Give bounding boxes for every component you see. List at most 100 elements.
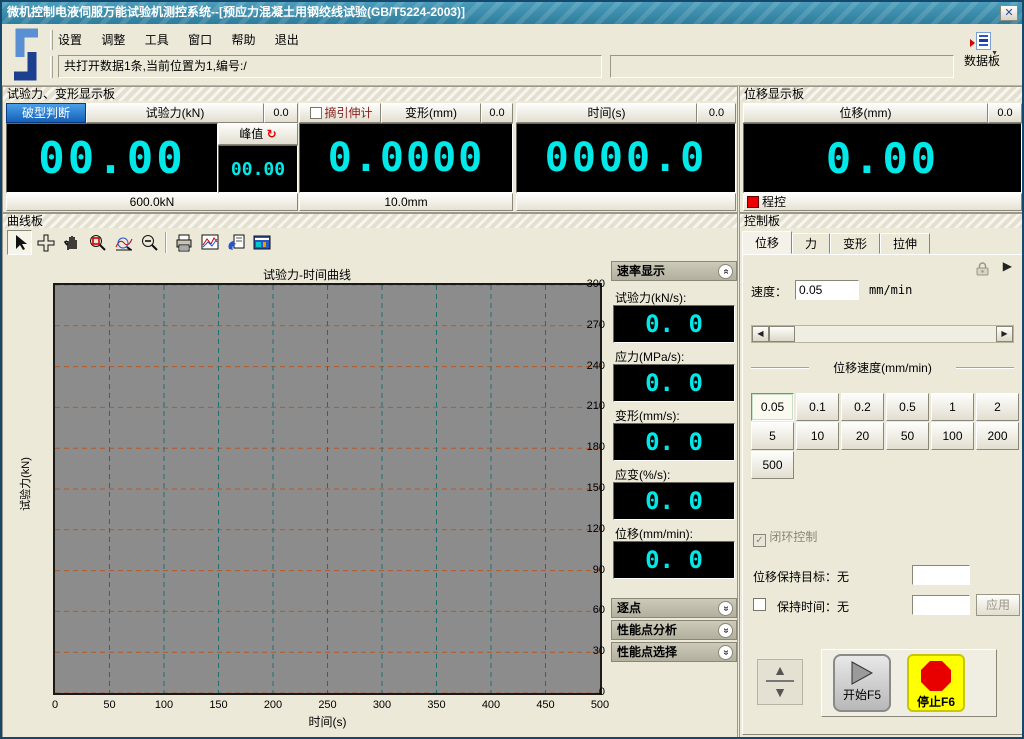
- export-report-icon[interactable]: [223, 230, 248, 255]
- app-window: 微机控制电液伺服万能试验机测控系统--[预应力混凝土用钢绞线试验(GB/T522…: [0, 0, 1024, 739]
- speed-preset-20[interactable]: 20: [841, 422, 884, 450]
- expand-down-icon[interactable]: »: [718, 601, 733, 616]
- speed-preset-50[interactable]: 50: [886, 422, 929, 450]
- break-judge-button[interactable]: 破型判断: [6, 103, 86, 123]
- time-channel-button[interactable]: 时间(s): [516, 103, 697, 123]
- zoom-curve-tool-icon[interactable]: [111, 230, 136, 255]
- print-icon[interactable]: [171, 230, 196, 255]
- speed-label: 速度：: [751, 283, 787, 300]
- speed-preset-0.2[interactable]: 0.2: [841, 393, 884, 421]
- speed-unit: mm/min: [869, 283, 912, 297]
- tab-deform[interactable]: 变形: [830, 233, 880, 254]
- deform-display-group: 摘引伸计 变形(mm) 0.0 0.0000 10.0mm: [299, 103, 513, 211]
- title-bar: 微机控制电液伺服万能试验机测控系统--[预应力混凝土用钢绞线试验(GB/T522…: [2, 2, 1022, 24]
- closed-loop-label: 闭环控制: [769, 530, 817, 544]
- tab-force[interactable]: 力: [792, 233, 830, 254]
- peak-button[interactable]: 峰值 ↻: [218, 123, 298, 145]
- extensometer-checkbox[interactable]: [310, 107, 322, 119]
- speed-input[interactable]: [795, 280, 859, 300]
- section-performance-select-label: 性能点选择: [617, 645, 677, 659]
- force-channel-button[interactable]: 试验力(kN): [86, 103, 264, 123]
- rate-force-label: 试验力(kN/s):: [615, 289, 686, 306]
- scroll-right-icon[interactable]: ▶: [996, 326, 1013, 342]
- zoom-out-tool-icon[interactable]: [137, 230, 162, 255]
- pan-tool-icon[interactable]: [59, 230, 84, 255]
- panel-play-icon[interactable]: ▶: [1003, 259, 1012, 273]
- speed-preset-0.1[interactable]: 0.1: [796, 393, 839, 421]
- rate-panel-header[interactable]: 速率显示 «: [611, 261, 737, 281]
- speed-preset-1[interactable]: 1: [931, 393, 974, 421]
- speed-preset-0.5[interactable]: 0.5: [886, 393, 929, 421]
- close-icon[interactable]: ✕: [1000, 5, 1018, 21]
- control-panel-title: 控制板: [740, 214, 1024, 228]
- scrollbar-thumb[interactable]: [769, 326, 795, 342]
- menu-help[interactable]: 帮助: [231, 31, 255, 48]
- force-deform-panel-title: 试验力、变形显示板: [3, 87, 737, 101]
- rate-displacement-lcd: 0. 0: [613, 541, 735, 579]
- speed-scrollbar[interactable]: ◀ ▶: [751, 325, 1014, 343]
- hold-time-checkbox[interactable]: [753, 598, 766, 611]
- section-performance-analysis-label: 性能点分析: [617, 623, 677, 637]
- group-line-right: [956, 367, 1014, 369]
- speed-preset-0.05[interactable]: 0.05: [751, 393, 794, 421]
- program-control-indicator: 程控: [743, 193, 1022, 211]
- menu-exit[interactable]: 退出: [275, 31, 299, 48]
- rate-force-lcd: 0. 0: [613, 305, 735, 343]
- displacement-display-panel: 位移显示板 位移(mm) 0.0 0.00 程控: [739, 86, 1024, 213]
- force-small-value: 0.0: [264, 103, 298, 123]
- hold-time-input[interactable]: [912, 595, 970, 615]
- menu-adjust[interactable]: 调整: [101, 31, 125, 48]
- program-control-led-icon: [747, 196, 759, 208]
- displacement-lcd: 0.00: [743, 123, 1022, 193]
- display-settings-icon[interactable]: [249, 230, 274, 255]
- apply-button[interactable]: 应用: [976, 594, 1020, 616]
- expand-down-icon[interactable]: »: [718, 623, 733, 638]
- closed-loop-control: ✓ 闭环控制: [753, 528, 817, 547]
- peak-refresh-icon[interactable]: ↻: [267, 127, 277, 141]
- deform-range-label: 10.0mm: [299, 193, 513, 211]
- speed-preset-5[interactable]: 5: [751, 422, 794, 450]
- hold-target-label: 位移保持目标：无: [753, 568, 849, 585]
- menu-window[interactable]: 窗口: [188, 31, 212, 48]
- scroll-left-icon[interactable]: ◀: [752, 326, 769, 342]
- tab-displacement[interactable]: 位移: [742, 231, 792, 254]
- extensometer-toggle[interactable]: 摘引伸计: [299, 103, 381, 123]
- curve-panel-title: 曲线板: [3, 214, 737, 228]
- data-panel-button[interactable]: ▼ 数据板: [952, 32, 1012, 82]
- closed-loop-checkbox: ✓: [753, 534, 766, 547]
- section-pointwise[interactable]: 逐点 »: [611, 598, 737, 618]
- plot-area[interactable]: [53, 283, 602, 695]
- displacement-channel-button[interactable]: 位移(mm): [743, 103, 988, 123]
- zoom-box-tool-icon[interactable]: [85, 230, 110, 255]
- data-panel-label: 数据板: [952, 52, 1012, 69]
- data-panel-icon: ▼: [972, 32, 992, 52]
- deform-channel-button[interactable]: 变形(mm): [381, 103, 481, 123]
- chart-title: 试验力-时间曲线: [5, 266, 609, 283]
- section-performance-select[interactable]: 性能点选择 »: [611, 642, 737, 662]
- speed-preset-200[interactable]: 200: [976, 422, 1019, 450]
- curve-options-icon[interactable]: [197, 230, 222, 255]
- tab-tension[interactable]: 拉伸: [880, 233, 930, 254]
- program-control-label: 程控: [762, 195, 786, 209]
- crosshair-tool-icon[interactable]: [33, 230, 58, 255]
- menu-settings[interactable]: 设置: [58, 31, 82, 48]
- speed-preset-2[interactable]: 2: [976, 393, 1019, 421]
- section-performance-analysis[interactable]: 性能点分析 »: [611, 620, 737, 640]
- collapse-up-icon[interactable]: «: [718, 264, 733, 279]
- curve-toolbar: [3, 230, 737, 258]
- start-stop-frame: 开始F5 停止F6: [821, 649, 997, 717]
- dropdown-caret-icon[interactable]: ▼: [991, 50, 998, 57]
- chart-area: 试验力-时间曲线 试验力(kN) 03060901201501802102402…: [5, 261, 609, 738]
- hold-target-input[interactable]: [912, 565, 970, 585]
- menu-tools[interactable]: 工具: [145, 31, 169, 48]
- speed-preset-500[interactable]: 500: [751, 451, 794, 479]
- displacement-small-value: 0.0: [988, 103, 1022, 123]
- start-button[interactable]: 开始F5: [833, 654, 891, 712]
- jog-updown-button[interactable]: ▲ ▼: [757, 659, 803, 705]
- rate-deform-label: 变形(mm/s):: [615, 407, 680, 424]
- speed-preset-10[interactable]: 10: [796, 422, 839, 450]
- cursor-tool-icon[interactable]: [7, 230, 32, 255]
- expand-down-icon[interactable]: »: [718, 645, 733, 660]
- stop-button[interactable]: 停止F6: [907, 654, 965, 712]
- speed-preset-100[interactable]: 100: [931, 422, 974, 450]
